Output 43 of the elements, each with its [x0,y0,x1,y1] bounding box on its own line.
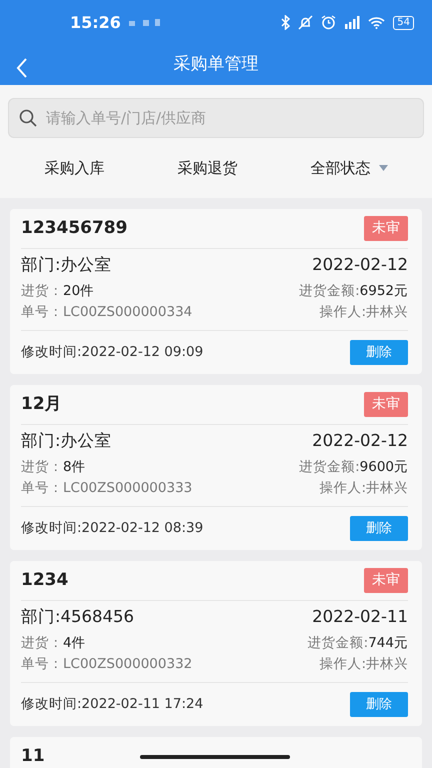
filter-tab[interactable]: 采购退货 [172,152,244,184]
quantity-text: 进货：20件 [21,282,94,301]
order-date: 2022-02-12 [312,254,408,276]
alarm-icon [321,15,336,30]
order-title: 12月 [21,392,62,416]
status-time: 15:26 [70,12,121,34]
status-badge: 未审 [364,568,408,593]
notification-icon [128,18,161,28]
search-field[interactable]: 请输入单号/门店/供应商 [8,98,424,138]
department-text: 部门:办公室 [21,430,112,452]
modified-time: 修改时间:2022-02-11 17:24 [21,695,204,714]
page-title: 采购单管理 [174,53,258,76]
operator-text: 操作人:井林兴 [319,478,408,498]
operator-text: 操作人:井林兴 [319,654,408,674]
order-date: 2022-02-11 [312,606,408,628]
back-icon[interactable] [16,56,28,79]
filter-tab[interactable]: 采购入库 [38,152,110,184]
order-title: 11 [21,744,45,768]
order-date: 2022-02-12 [312,430,408,452]
modified-time: 修改时间:2022-02-12 09:09 [21,343,204,362]
order-title: 1234 [21,568,68,592]
amount-text: 进货金额:9600元 [299,458,408,477]
amount-text: 进货金额:744元 [308,634,408,653]
signal-icon [344,16,360,29]
department-text: 部门:4568456 [21,606,134,628]
department-text: 部门:办公室 [21,254,112,276]
status-badge: 未审 [364,216,408,241]
mute-icon [298,15,314,30]
order-number: 单号：LC00ZS000000333 [21,478,192,498]
quantity-text: 进货：8件 [21,458,86,477]
status-badge: 未审 [364,392,408,417]
order-number: 单号：LC00ZS000000332 [21,654,192,674]
quantity-text: 进货：4件 [21,634,86,653]
battery-indicator: 54 [393,16,414,30]
operator-text: 操作人:井林兴 [319,302,408,322]
filter-tab[interactable]: 全部状态 [304,152,394,184]
modified-time: 修改时间:2022-02-12 08:39 [21,519,204,538]
search-icon [19,109,37,127]
order-number: 单号：LC00ZS000000334 [21,302,192,322]
wifi-icon [368,16,386,29]
amount-text: 进货金额:6952元 [299,282,408,301]
bluetooth-icon [281,15,290,30]
order-title: 123456789 [21,216,128,240]
